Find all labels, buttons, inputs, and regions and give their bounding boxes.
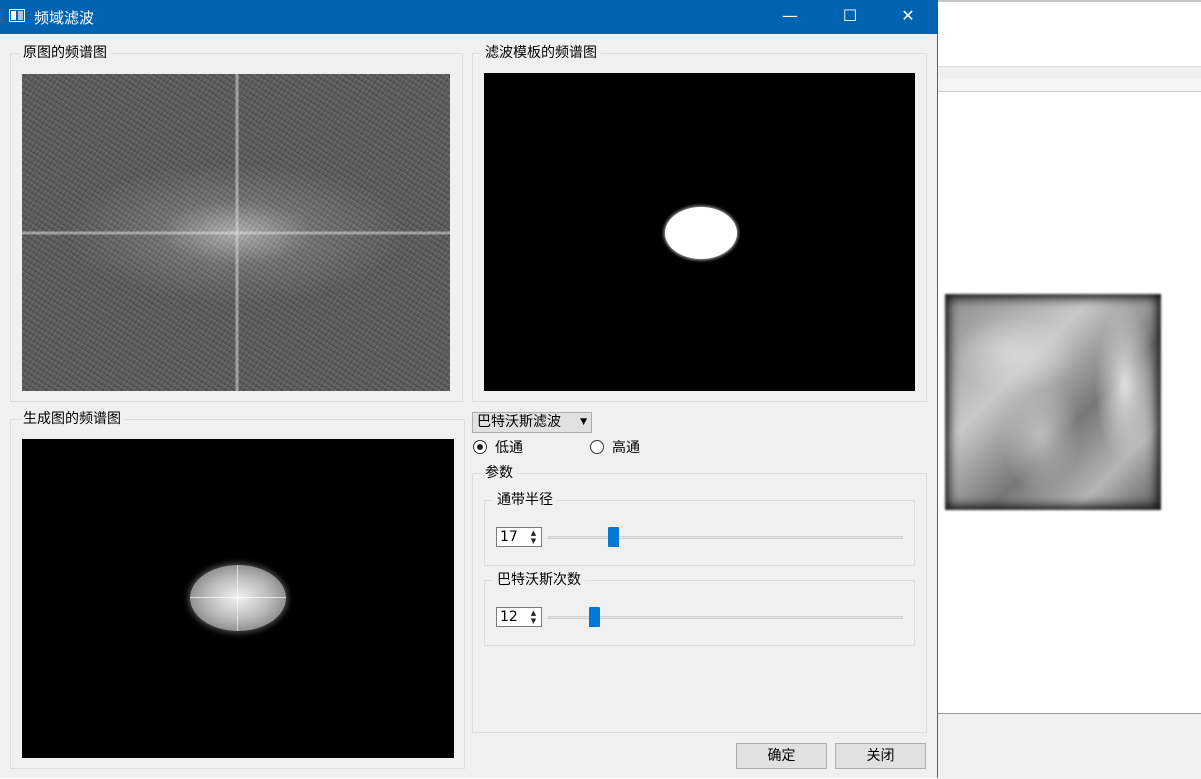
mask-spectrum-label: 滤波模板的频谱图 (481, 44, 601, 62)
background-filtered-image (945, 294, 1161, 510)
background-window-header-strip-2 (938, 79, 1201, 92)
filtered-spectrum-ellipse (190, 565, 286, 631)
spin-buttons[interactable]: ▲ ▼ (527, 609, 540, 625)
butterworth-order-spinbox[interactable]: 12 ▲ ▼ (496, 607, 542, 627)
slider-track[interactable] (548, 536, 903, 539)
radio-circle-icon[interactable] (590, 440, 604, 454)
spin-buttons[interactable]: ▲ ▼ (527, 529, 540, 545)
background-window-header-strip (938, 66, 1201, 79)
spin-up-icon[interactable]: ▲ (527, 609, 540, 617)
highpass-radio[interactable]: 高通 (590, 439, 670, 459)
background-window-top-border (938, 0, 1201, 2)
slider-handle[interactable] (608, 527, 619, 547)
butterworth-order-label: 巴特沃斯次数 (493, 571, 585, 589)
window-title: 频域滤波 (34, 9, 95, 27)
maximize-button[interactable]: ☐ (820, 0, 880, 34)
spin-up-icon[interactable]: ▲ (527, 529, 540, 537)
result-spectrum-label: 生成图的频谱图 (19, 410, 125, 428)
mask-spectrum-image (484, 73, 915, 391)
minimize-button[interactable]: — (760, 0, 820, 34)
passband-radius-slider[interactable] (548, 527, 903, 547)
original-spectrum-image (22, 74, 450, 391)
result-spectrum-image (22, 439, 454, 758)
filter-type-select[interactable]: 巴特沃斯滤波 ▼ (472, 412, 592, 433)
background-window-status-area (938, 713, 1201, 779)
highpass-label: 高通 (612, 440, 640, 456)
title-bar[interactable]: 频域滤波 — ☐ ✕ (0, 0, 938, 34)
lowpass-radio[interactable]: 低通 (473, 439, 553, 459)
frequency-filter-dialog: 频域滤波 — ☐ ✕ 原图的频谱图 滤波模板的频谱图 生成图的频谱图 巴特沃斯滤… (0, 0, 938, 778)
ok-button[interactable]: 确定 (736, 743, 827, 769)
butterworth-order-slider[interactable] (548, 607, 903, 627)
butterworth-order-value[interactable]: 12 (500, 609, 518, 626)
radio-selected-dot (477, 444, 483, 450)
filter-type-value: 巴特沃斯滤波 (477, 414, 561, 430)
spin-down-icon[interactable]: ▼ (527, 537, 540, 545)
passband-radius-value[interactable]: 17 (500, 529, 518, 546)
lowpass-label: 低通 (495, 440, 523, 456)
original-spectrum-label: 原图的频谱图 (19, 44, 111, 62)
slider-track[interactable] (548, 616, 903, 619)
spin-down-icon[interactable]: ▼ (527, 617, 540, 625)
radio-circle-icon[interactable] (473, 440, 487, 454)
passband-radius-label: 通带半径 (493, 491, 557, 509)
close-button[interactable]: 关闭 (835, 743, 926, 769)
passband-radius-spinbox[interactable]: 17 ▲ ▼ (496, 527, 542, 547)
slider-handle[interactable] (589, 607, 600, 627)
dropdown-arrow-icon: ▼ (580, 417, 587, 427)
window-close-button[interactable]: ✕ (878, 0, 938, 34)
params-label: 参数 (481, 464, 517, 482)
spectrum-noise-texture (22, 74, 450, 391)
app-window-icon (9, 9, 25, 22)
filter-passband-ellipse (665, 207, 737, 259)
